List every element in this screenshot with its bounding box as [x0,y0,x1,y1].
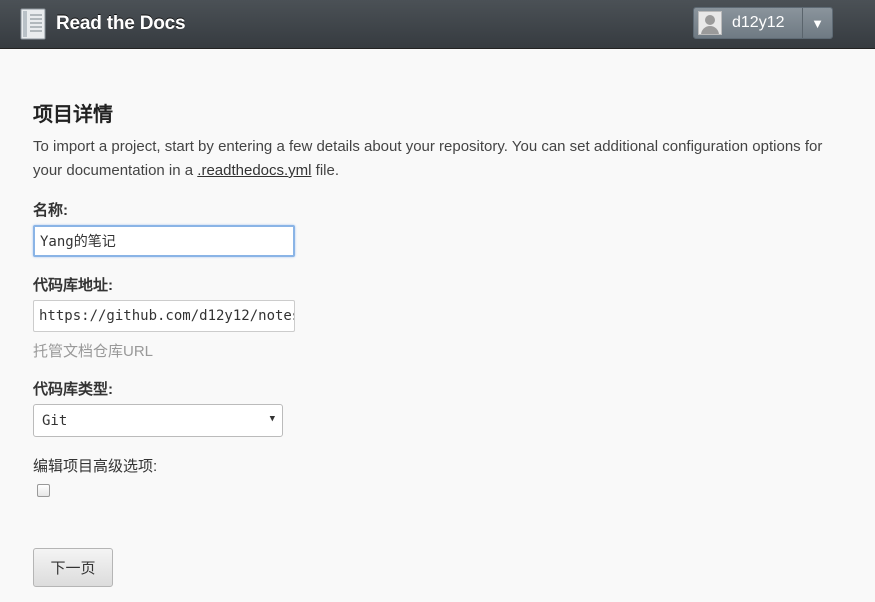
repo-type-value: Git [42,412,68,429]
intro-text-start: To import a project, start by entering a… [33,138,823,179]
repo-url-label: 代码库地址: [33,277,113,294]
brand-title: Read the Docs [56,13,186,34]
advanced-options-label: 编辑项目高级选项: [33,458,158,475]
top-navbar: Read the Docs d12y12 ▼ [0,0,875,49]
user-menu-toggle-button[interactable]: ▼ [802,8,832,38]
avatar [698,11,722,35]
user-menu[interactable]: d12y12 ▼ [693,7,833,39]
repo-type-select[interactable]: Git ▼ [33,404,283,437]
caret-down-icon: ▼ [811,15,824,31]
page-title: 项目详情 [33,104,113,126]
username: d12y12 [732,14,785,31]
book-icon [20,8,46,40]
brand-link[interactable]: Read the Docs [20,8,186,40]
user-profile-button[interactable]: d12y12 [694,8,802,38]
select-arrow-icon: ▼ [269,414,275,424]
intro-text: To import a project, start by entering a… [33,135,823,183]
name-label: 名称: [33,202,68,219]
repo-url-input[interactable]: https://github.com/d12y12/notes [33,300,295,332]
repo-type-label: 代码库类型: [33,381,113,398]
name-input[interactable]: Yang的笔记 [33,225,295,257]
advanced-options-checkbox[interactable] [37,484,50,497]
next-button[interactable]: 下一页 [33,548,113,587]
readthedocs-yml-link[interactable]: .readthedocs.yml [197,162,311,179]
repo-url-help: 托管文档仓库URL [33,343,154,360]
intro-text-end: file. [311,162,340,179]
